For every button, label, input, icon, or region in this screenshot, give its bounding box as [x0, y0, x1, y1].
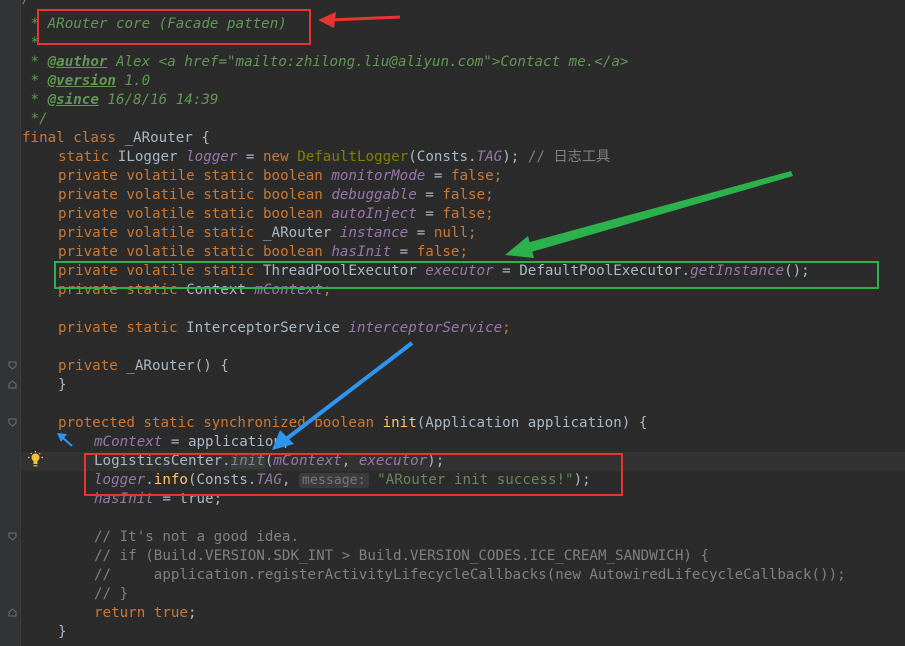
red-arrow-icon	[318, 12, 401, 28]
annotation-arrows	[57, 12, 793, 450]
blue-arrow-icon	[272, 341, 414, 450]
code-editor[interactable]: /** * ARouter core (Facade patten) * * @…	[0, 0, 905, 646]
small-blue-arrow-icon	[57, 433, 73, 447]
green-arrow-icon	[505, 171, 793, 258]
